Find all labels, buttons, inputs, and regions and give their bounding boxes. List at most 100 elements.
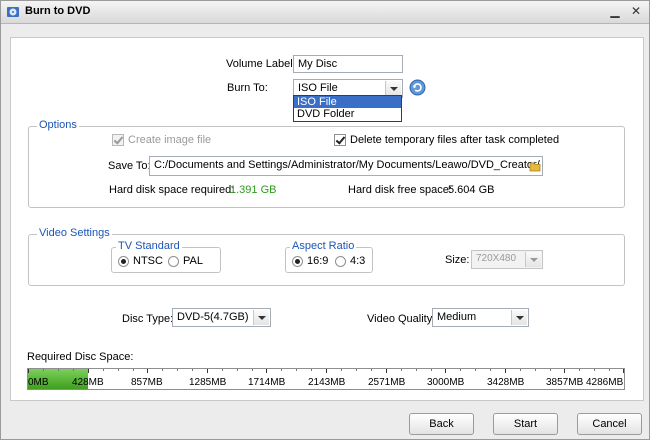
- disc-space-minor-tick: [177, 369, 178, 371]
- disc-type-label: Disc Type:: [122, 313, 174, 325]
- disc-space-minor-tick: [103, 369, 104, 371]
- disc-space-tick-label: 3428MB: [487, 377, 525, 388]
- dvd-burn-icon: [7, 7, 19, 17]
- video-quality-label: Video Quality:: [367, 313, 436, 325]
- save-to-input[interactable]: C:/Documents and Settings/Administrator/…: [149, 156, 543, 176]
- burn-to-label: Burn To:: [227, 82, 268, 94]
- create-image-checkbox[interactable]: [112, 134, 124, 146]
- disc-space-minor-tick: [475, 369, 476, 371]
- ntsc-radio[interactable]: [118, 256, 129, 267]
- aspect-ratio-title: Aspect Ratio: [290, 240, 357, 252]
- disc-space-minor-tick: [550, 369, 551, 371]
- video-settings-title: Video Settings: [37, 227, 112, 239]
- disc-space-tick-label: 2143MB: [308, 377, 346, 388]
- disc-space-bar: 0MB 428MB 857MB 1285MB 1714MB 2143MB 2571MB 300…: [27, 368, 625, 390]
- burn-to-dvd-window: Burn to DVD ▁ ✕ Volume Label: My Disc Bu…: [0, 0, 650, 440]
- chevron-down-icon[interactable]: [385, 81, 401, 96]
- disc-space-minor-tick: [535, 369, 536, 371]
- disc-space-tick: [147, 369, 148, 373]
- delete-temp-checkbox[interactable]: [334, 134, 346, 146]
- disc-space-tick-label: 3857MB: [546, 377, 584, 388]
- disc-space-minor-tick: [133, 369, 134, 371]
- disc-space-minor-tick: [296, 369, 297, 371]
- chevron-down-icon[interactable]: [253, 310, 269, 325]
- minimize-icon[interactable]: ▁: [607, 4, 623, 19]
- disc-space-minor-tick: [356, 369, 357, 371]
- disc-space-label: Required Disc Space:: [27, 351, 134, 363]
- refresh-icon[interactable]: [409, 79, 426, 96]
- aspect-4-3-label: 4:3: [350, 255, 366, 267]
- disc-space-minor-tick: [118, 369, 119, 371]
- create-image-label: Create image file: [128, 134, 212, 146]
- dropdown-option-dvd-folder[interactable]: DVD Folder: [294, 108, 401, 120]
- disc-space-minor-tick: [579, 369, 580, 371]
- title-bar: Burn to DVD ▁ ✕: [1, 1, 649, 24]
- disc-space-minor-tick: [594, 369, 595, 371]
- disc-space-tick: [623, 369, 624, 373]
- disc-type-select[interactable]: DVD-5(4.7GB): [172, 308, 271, 327]
- burn-to-dropdown[interactable]: ISO File DVD Folder: [293, 95, 402, 122]
- disc-space-tick: [505, 369, 506, 373]
- close-icon[interactable]: ✕: [628, 4, 644, 19]
- space-free-value: 5.604 GB: [448, 184, 495, 196]
- disc-space-tick: [445, 369, 446, 373]
- space-required-label: Hard disk space required:: [109, 184, 235, 196]
- tv-standard-title: TV Standard: [116, 240, 182, 252]
- space-free-label: Hard disk free space:: [348, 184, 452, 196]
- pal-label: PAL: [183, 255, 203, 267]
- size-label: Size:: [445, 254, 470, 266]
- disc-space-minor-tick: [460, 369, 461, 371]
- disc-space-minor-tick: [311, 369, 312, 371]
- disc-space-tick-label: 857MB: [131, 377, 163, 388]
- aspect-16-9-radio[interactable]: [292, 256, 303, 267]
- disc-space-minor-tick: [416, 369, 417, 371]
- aspect-16-9-label: 16:9: [307, 255, 329, 267]
- options-group-title: Options: [37, 119, 79, 131]
- folder-icon[interactable]: [528, 157, 542, 175]
- volume-label-text: Volume Label:: [226, 58, 296, 70]
- save-to-label: Save To:: [108, 160, 151, 172]
- video-quality-value: Medium: [437, 311, 477, 323]
- disc-space-tick: [386, 369, 387, 373]
- pal-radio[interactable]: [168, 256, 179, 267]
- chevron-down-icon[interactable]: [511, 310, 527, 325]
- disc-space-minor-tick: [237, 369, 238, 371]
- disc-space-tick: [28, 369, 29, 373]
- disc-space-minor-tick: [371, 369, 372, 371]
- disc-space-minor-tick: [58, 369, 59, 371]
- disc-space-minor-tick: [192, 369, 193, 371]
- disc-space-tick: [326, 369, 327, 373]
- disc-space-tick: [266, 369, 267, 373]
- disc-space-tick: [88, 369, 89, 373]
- dropdown-option-iso-file[interactable]: ISO File: [294, 96, 401, 108]
- window-title: Burn to DVD: [25, 5, 91, 17]
- aspect-4-3-radio[interactable]: [335, 256, 346, 267]
- space-required-value: 1.391 GB: [230, 184, 277, 196]
- disc-space-minor-tick: [490, 369, 491, 371]
- disc-space-minor-tick: [252, 369, 253, 371]
- disc-space-tick: [207, 369, 208, 373]
- start-button[interactable]: Start: [493, 413, 558, 435]
- video-quality-select[interactable]: Medium: [432, 308, 529, 327]
- disc-space-minor-tick: [401, 369, 402, 371]
- volume-label-input[interactable]: My Disc: [293, 55, 403, 73]
- disc-space-minor-tick: [73, 369, 74, 371]
- disc-space-minor-tick: [222, 369, 223, 371]
- cancel-button[interactable]: Cancel: [577, 413, 642, 435]
- disc-space-minor-tick: [162, 369, 163, 371]
- disc-space-minor-tick: [43, 369, 44, 371]
- disc-space-tick-label: 0MB: [28, 377, 49, 388]
- disc-space-tick-label: 3000MB: [427, 377, 465, 388]
- disc-space-minor-tick: [609, 369, 610, 371]
- size-select[interactable]: 720X480: [471, 250, 543, 269]
- disc-space-tick-label: 2571MB: [368, 377, 406, 388]
- disc-space-minor-tick: [431, 369, 432, 371]
- disc-type-value: DVD-5(4.7GB): [177, 311, 249, 323]
- chevron-down-icon[interactable]: [525, 252, 541, 267]
- disc-space-tick-label: 428MB: [72, 377, 104, 388]
- disc-space-minor-tick: [281, 369, 282, 371]
- disc-space-tick-label: 1285MB: [189, 377, 227, 388]
- back-button[interactable]: Back: [409, 413, 474, 435]
- size-value: 720X480: [476, 253, 517, 264]
- disc-space-tick: [564, 369, 565, 373]
